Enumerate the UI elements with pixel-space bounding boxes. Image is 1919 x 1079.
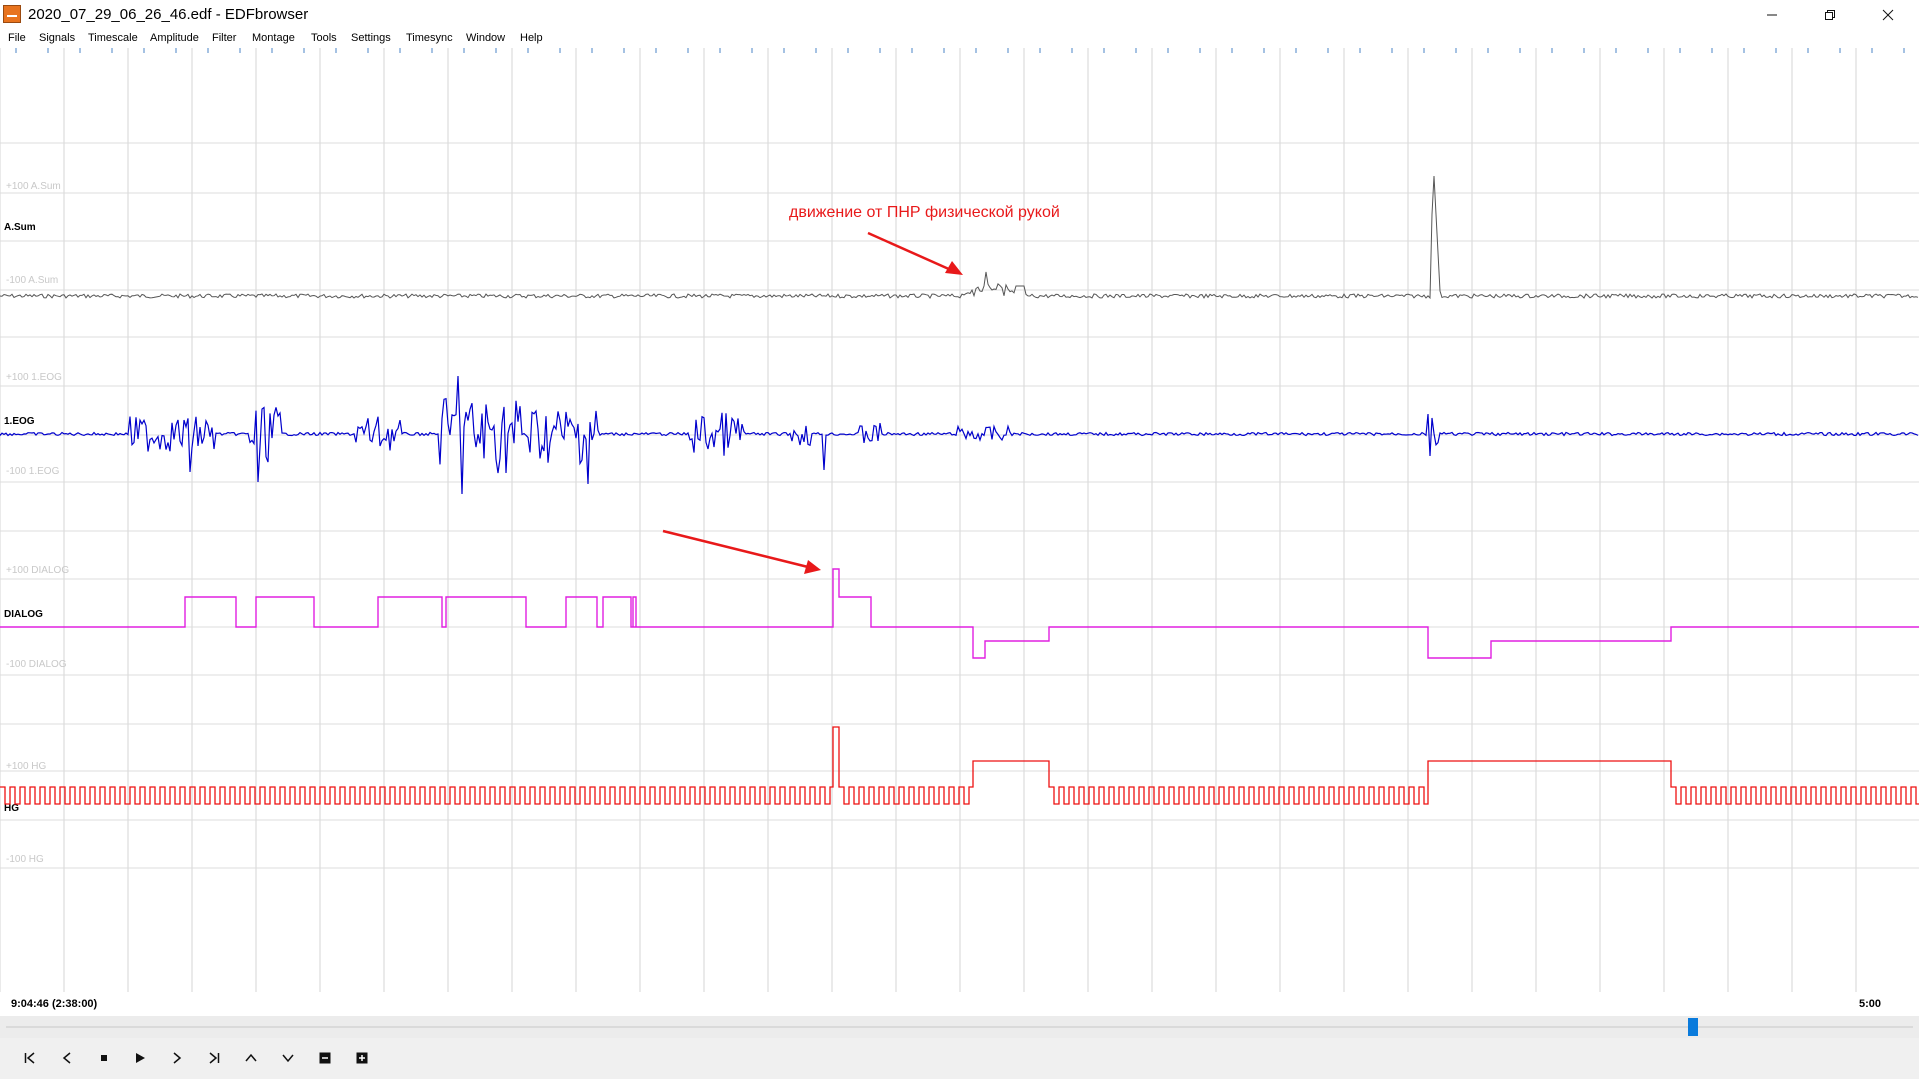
signal-label-hg: +100 HG HG -100 HG bbox=[4, 761, 47, 865]
first-page-icon[interactable] bbox=[16, 1046, 44, 1070]
dialog-lower-label: -100 DIALOG bbox=[6, 659, 67, 670]
eog-channel-label[interactable]: 1.EOG bbox=[4, 416, 35, 427]
signal-label-eog: +100 1.EOG 1.EOG -100 1.EOG bbox=[4, 372, 62, 477]
hg-lower-label: -100 HG bbox=[6, 854, 44, 865]
amplitude-down-icon[interactable] bbox=[274, 1046, 302, 1070]
menu-filter[interactable]: Filter bbox=[212, 32, 236, 44]
menu-amplitude[interactable]: Amplitude bbox=[150, 32, 199, 44]
menu-help[interactable]: Help bbox=[520, 32, 543, 44]
menu-montage[interactable]: Montage bbox=[252, 32, 295, 44]
annotation-arrow-1 bbox=[867, 231, 963, 275]
time-scrollbar[interactable] bbox=[0, 1016, 1919, 1038]
scroll-thumb[interactable] bbox=[1688, 1018, 1698, 1036]
a-sum-lower-label: -100 A.Sum bbox=[6, 275, 58, 286]
title-bar: 2020_07_29_06_26_46.edf - EDFbrowser bbox=[0, 0, 1919, 30]
scroll-groove bbox=[6, 1026, 1913, 1028]
play-icon[interactable] bbox=[126, 1046, 154, 1070]
zoom-in-icon[interactable] bbox=[348, 1046, 376, 1070]
last-page-icon[interactable] bbox=[200, 1046, 228, 1070]
amplitude-up-icon[interactable] bbox=[237, 1046, 265, 1070]
signal-plot-area[interactable]: +100 A.Sum A.Sum -100 A.Sum +100 1.EOG 1… bbox=[0, 48, 1919, 992]
a-sum-channel-label[interactable]: A.Sum bbox=[4, 222, 36, 233]
menu-signals[interactable]: Signals bbox=[39, 32, 75, 44]
time-grid bbox=[0, 48, 1905, 992]
signal-label-dialog: +100 DIALOG DIALOG -100 DIALOG bbox=[4, 565, 69, 670]
navigation-toolbar bbox=[0, 1038, 1919, 1079]
menu-window[interactable]: Window bbox=[466, 32, 505, 44]
menu-bar: File Signals Timescale Amplitude Filter … bbox=[0, 30, 1919, 48]
close-icon[interactable] bbox=[1859, 0, 1917, 30]
eog-upper-label: +100 1.EOG bbox=[6, 372, 62, 383]
zoom-out-icon[interactable] bbox=[311, 1046, 339, 1070]
next-page-icon[interactable] bbox=[163, 1046, 191, 1070]
menu-file[interactable]: File bbox=[8, 32, 26, 44]
page-duration-readout: 5:00 bbox=[1859, 998, 1882, 1010]
a-sum-upper-label: +100 A.Sum bbox=[6, 181, 61, 192]
signal-label-a-sum: +100 A.Sum A.Sum -100 A.Sum bbox=[4, 181, 61, 286]
dialog-upper-label: +100 DIALOG bbox=[6, 565, 69, 576]
minimize-icon[interactable] bbox=[1743, 0, 1801, 30]
menu-settings[interactable]: Settings bbox=[351, 32, 391, 44]
menu-tools[interactable]: Tools bbox=[311, 32, 337, 44]
restore-icon[interactable] bbox=[1801, 0, 1859, 30]
menu-timesync[interactable]: Timesync bbox=[406, 32, 453, 44]
annotation-arrow-2 bbox=[662, 529, 821, 574]
status-bar: 9:04:46 (2:38:00) 5:00 bbox=[0, 992, 1919, 1016]
current-time-readout: 9:04:46 (2:38:00) bbox=[11, 998, 98, 1010]
eog-lower-label: -100 1.EOG bbox=[6, 466, 60, 477]
window-title: 2020_07_29_06_26_46.edf - EDFbrowser bbox=[28, 6, 309, 23]
hg-upper-label: +100 HG bbox=[6, 761, 47, 772]
menu-timescale[interactable]: Timescale bbox=[88, 32, 138, 44]
dialog-channel-label[interactable]: DIALOG bbox=[4, 609, 43, 620]
prev-page-icon[interactable] bbox=[53, 1046, 81, 1070]
stop-icon[interactable] bbox=[90, 1046, 118, 1070]
a-sum-trace bbox=[0, 175, 1919, 300]
edfbrowser-app-icon bbox=[3, 5, 21, 23]
annotation-text: движение от ПНР физической рукой bbox=[789, 204, 1060, 221]
